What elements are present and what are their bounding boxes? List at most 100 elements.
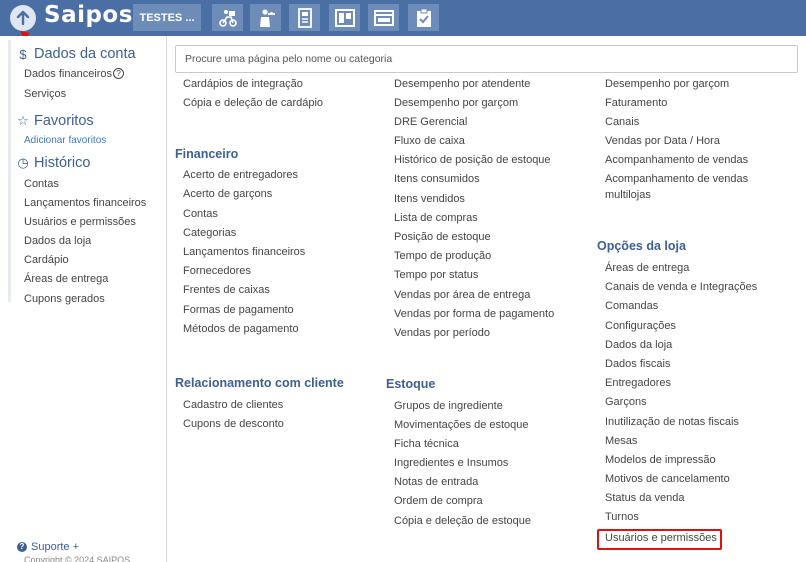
page-link[interactable]: Cópia e deleção de estoque xyxy=(394,515,531,527)
sidebar-history-item[interactable]: Lançamentos financeiros xyxy=(24,197,146,209)
sidebar-accent-bar xyxy=(8,40,11,302)
page-link[interactable]: Fluxo de caixa xyxy=(394,135,465,147)
page-link[interactable]: Dados da loja xyxy=(605,339,672,351)
page-link[interactable]: Fornecedores xyxy=(183,265,251,277)
page-link[interactable]: Lista de compras xyxy=(394,212,478,224)
page-link[interactable]: Desempenho por garçom xyxy=(394,97,518,109)
page-link[interactable]: Vendas por forma de pagamento xyxy=(394,308,554,320)
sidebar-section-title: Histórico xyxy=(34,155,91,171)
page-link[interactable]: Canais xyxy=(605,116,639,128)
dollar-icon: $ xyxy=(19,46,27,62)
page-link[interactable]: Vendas por Data / Hora xyxy=(605,135,720,147)
page-search-input[interactable] xyxy=(175,45,798,73)
sidebar-history-item[interactable]: Usuários e permissões xyxy=(24,216,136,228)
cashier-button[interactable] xyxy=(368,4,399,31)
question-icon: ? xyxy=(17,542,27,552)
sidebar-section-title: Dados da conta xyxy=(34,46,136,62)
sidebar-history-item[interactable]: Cardápio xyxy=(24,254,69,266)
category-title-estoque: Estoque xyxy=(386,377,436,391)
category-title-financeiro: Financeiro xyxy=(175,147,239,161)
menu-card-button[interactable] xyxy=(289,4,320,31)
page-link[interactable]: Comandas xyxy=(605,300,658,312)
page-link[interactable]: Mesas xyxy=(605,435,637,447)
page-link[interactable]: multilojas xyxy=(605,189,651,201)
page-link[interactable]: DRE Gerencial xyxy=(394,116,467,128)
page-link[interactable]: Vendas por área de entrega xyxy=(394,289,530,301)
page-link[interactable]: Lançamentos financeiros xyxy=(183,246,305,258)
page-link[interactable]: Desempenho por atendente xyxy=(394,78,530,90)
page-link[interactable]: Inutilização de notas fiscais xyxy=(605,416,739,428)
page-link[interactable]: Entregadores xyxy=(605,377,671,389)
page-link[interactable]: Motivos de cancelamento xyxy=(605,473,730,485)
page-link[interactable]: Configurações xyxy=(605,320,676,332)
add-favorites-link[interactable]: Adicionar favoritos xyxy=(24,135,106,146)
highlight-annotation-box xyxy=(597,529,722,550)
page-link[interactable]: Tempo por status xyxy=(394,269,478,281)
sidebar-item-services[interactable]: Serviços xyxy=(24,88,66,100)
page-link[interactable]: Dados fiscais xyxy=(605,358,670,370)
help-icon[interactable]: ? xyxy=(113,68,125,79)
kanban-icon xyxy=(334,8,355,27)
page-link[interactable]: Garçons xyxy=(605,396,647,408)
waiter-button[interactable] xyxy=(250,4,281,31)
page-link[interactable]: Ordem de compra xyxy=(394,495,483,507)
clock-icon: ◷ xyxy=(17,155,29,170)
page-link[interactable]: Notas de entrada xyxy=(394,476,478,488)
checklist-button[interactable] xyxy=(408,4,439,31)
page-link[interactable]: Categorias xyxy=(183,227,236,239)
scroll-clip-edge xyxy=(168,74,806,79)
page-link[interactable]: Cópia e deleção de cardápio xyxy=(183,97,323,109)
sidebar-history-item[interactable]: Áreas de entrega xyxy=(24,273,108,285)
page-link[interactable]: Itens consumidos xyxy=(394,173,480,185)
page-link[interactable]: Formas de pagamento xyxy=(183,304,294,316)
page-link[interactable]: Ingredientes e Insumos xyxy=(394,457,508,469)
sidebar-history-item[interactable]: Cupons gerados xyxy=(24,293,105,305)
store-selector-button[interactable]: TESTES ... xyxy=(133,4,201,31)
page-link[interactable]: Histórico de posição de estoque xyxy=(394,154,551,166)
cashier-icon xyxy=(373,9,394,26)
page-link[interactable]: Grupos de ingrediente xyxy=(394,400,503,412)
sidebar-section-title: Favoritos xyxy=(34,113,94,129)
page-link[interactable]: Status da venda xyxy=(605,492,685,504)
support-link[interactable]: ? Suporte + xyxy=(17,541,79,553)
sidebar-section-account[interactable]: $ Dados da conta xyxy=(17,46,136,62)
sidebar-section-favorites[interactable]: ☆ Favoritos xyxy=(17,113,94,129)
saipos-logo[interactable]: Saipos xyxy=(44,2,133,28)
sidebar-history-item[interactable]: Dados da loja xyxy=(24,235,91,247)
page-link[interactable]: Desempenho por garçom xyxy=(605,78,729,90)
sidebar-section-history[interactable]: ◷ Histórico xyxy=(17,155,90,171)
page-link[interactable]: Acompanhamento de vendas xyxy=(605,154,748,166)
delivery-icon xyxy=(218,9,237,27)
checklist-icon xyxy=(416,8,431,27)
page-link[interactable]: Posição de estoque xyxy=(394,231,491,243)
page-link[interactable]: Movimentações de estoque xyxy=(394,419,529,431)
star-icon: ☆ xyxy=(17,113,29,128)
page-link[interactable]: Canais de venda e Integrações xyxy=(605,281,757,293)
page-link[interactable]: Frentes de caixas xyxy=(183,284,270,296)
sidebar-item-label: Dados financeiros xyxy=(24,68,113,80)
page-link[interactable]: Acerto de entregadores xyxy=(183,169,298,181)
page-link[interactable]: Cardápios de integração xyxy=(183,78,303,90)
menu-card-icon xyxy=(297,7,312,28)
page-link[interactable]: Ficha técnica xyxy=(394,438,459,450)
page-link[interactable]: Cupons de desconto xyxy=(183,418,284,430)
sidebar-item-financial-data[interactable]: Dados financeiros? xyxy=(24,68,125,80)
page-link[interactable]: Modelos de impressão xyxy=(605,454,716,466)
support-label: Suporte + xyxy=(31,541,80,553)
copyright-text: Copyright © 2024 SAIPOS xyxy=(24,555,131,562)
page-link[interactable]: Acompanhamento de vendas xyxy=(605,173,748,185)
page-link[interactable]: Contas xyxy=(183,208,218,220)
kanban-button[interactable] xyxy=(329,4,360,31)
page-link[interactable]: Áreas de entrega xyxy=(605,262,689,274)
page-link[interactable]: Cadastro de clientes xyxy=(183,399,283,411)
scroll-up-button[interactable] xyxy=(10,5,36,31)
page-link[interactable]: Acerto de garçons xyxy=(183,188,272,200)
page-link[interactable]: Faturamento xyxy=(605,97,667,109)
sidebar-history-item[interactable]: Contas xyxy=(24,178,59,190)
page-link-turnos[interactable]: Turnos xyxy=(605,511,639,523)
page-link[interactable]: Itens vendidos xyxy=(394,193,465,205)
page-link[interactable]: Tempo de produção xyxy=(394,250,491,262)
page-link[interactable]: Métodos de pagamento xyxy=(183,323,299,335)
page-link[interactable]: Vendas por período xyxy=(394,327,490,339)
delivery-button[interactable] xyxy=(212,4,243,31)
